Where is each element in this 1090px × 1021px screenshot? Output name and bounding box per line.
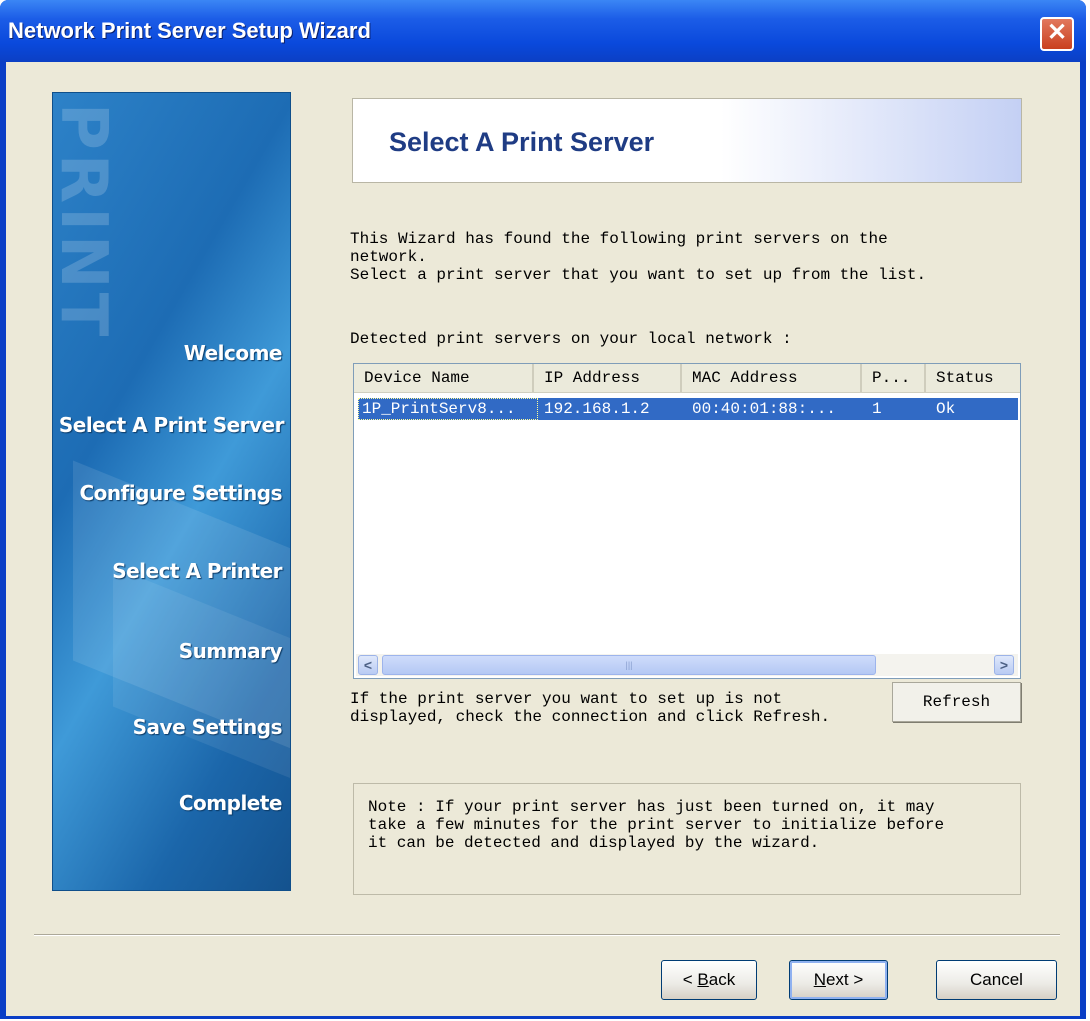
next-accelerator: N: [813, 970, 826, 989]
refresh-button[interactable]: Refresh: [892, 682, 1021, 722]
scroll-left-arrow-icon: <: [363, 657, 373, 673]
title-bar[interactable]: Network Print Server Setup Wizard ✕: [0, 0, 1086, 62]
cell-device-name: 1P_PrintServ8...: [362, 400, 516, 418]
scrollbar-thumb[interactable]: |||: [382, 655, 876, 675]
page-title: Select A Print Server: [389, 127, 655, 157]
step-select-print-server: Select A Print Server: [58, 413, 285, 437]
cell-port: 1: [872, 400, 882, 418]
page-header: Select A Print Server: [352, 98, 1022, 183]
step-save-settings: Save Settings: [132, 715, 283, 739]
print-watermark: PRINT: [52, 103, 120, 341]
horizontal-scrollbar[interactable]: < ||| >: [356, 654, 1018, 676]
grip-icon: |||: [625, 660, 633, 670]
detected-label: Detected print servers on your local net…: [350, 330, 792, 348]
list-header: Device Name IP Address MAC Address P... …: [354, 364, 1020, 393]
wizard-window: Network Print Server Setup Wizard ✕ PRIN…: [0, 0, 1086, 1019]
table-row[interactable]: 1P_PrintServ8... 192.168.1.2 00:40:01:88…: [358, 398, 1018, 420]
back-button[interactable]: < Back: [661, 960, 757, 1000]
step-welcome: Welcome: [183, 341, 283, 365]
column-mac-address[interactable]: MAC Address: [682, 364, 862, 392]
column-port[interactable]: P...: [862, 364, 926, 392]
refresh-hint-text: If the print server you want to set up i…: [350, 690, 831, 726]
print-server-list[interactable]: Device Name IP Address MAC Address P... …: [353, 363, 1021, 679]
dialog-body: PRINT Welcome Select A Print Server Conf…: [6, 62, 1080, 1016]
close-button[interactable]: ✕: [1040, 17, 1074, 51]
intro-text: This Wizard has found the following prin…: [350, 230, 927, 284]
window-title: Network Print Server Setup Wizard: [8, 18, 371, 43]
step-summary: Summary: [178, 639, 283, 663]
back-accelerator: B: [697, 970, 709, 989]
wizard-steps-panel: PRINT Welcome Select A Print Server Conf…: [52, 92, 291, 891]
scroll-left-button[interactable]: <: [358, 655, 378, 675]
column-status[interactable]: Status: [926, 364, 1020, 392]
step-select-printer: Select A Printer: [112, 559, 282, 583]
back-label: ack: [708, 970, 736, 989]
cell-ip-address: 192.168.1.2: [544, 400, 650, 418]
step-configure-settings: Configure Settings: [79, 481, 282, 505]
cancel-button[interactable]: Cancel: [936, 960, 1057, 1000]
scroll-right-arrow-icon: >: [999, 657, 1009, 673]
step-complete: Complete: [178, 791, 283, 815]
next-label: ext >: [825, 970, 864, 989]
footer-separator: [34, 934, 1060, 936]
note-box: Note : If your print server has just bee…: [353, 783, 1021, 895]
scroll-right-button[interactable]: >: [994, 655, 1014, 675]
cell-mac-address: 00:40:01:88:...: [692, 400, 837, 418]
back-prefix: <: [682, 970, 698, 989]
next-button[interactable]: Next >: [789, 960, 888, 1000]
column-device-name[interactable]: Device Name: [354, 364, 534, 392]
cell-status: Ok: [936, 400, 956, 418]
close-icon: ✕: [1046, 19, 1068, 46]
column-ip-address[interactable]: IP Address: [534, 364, 682, 392]
